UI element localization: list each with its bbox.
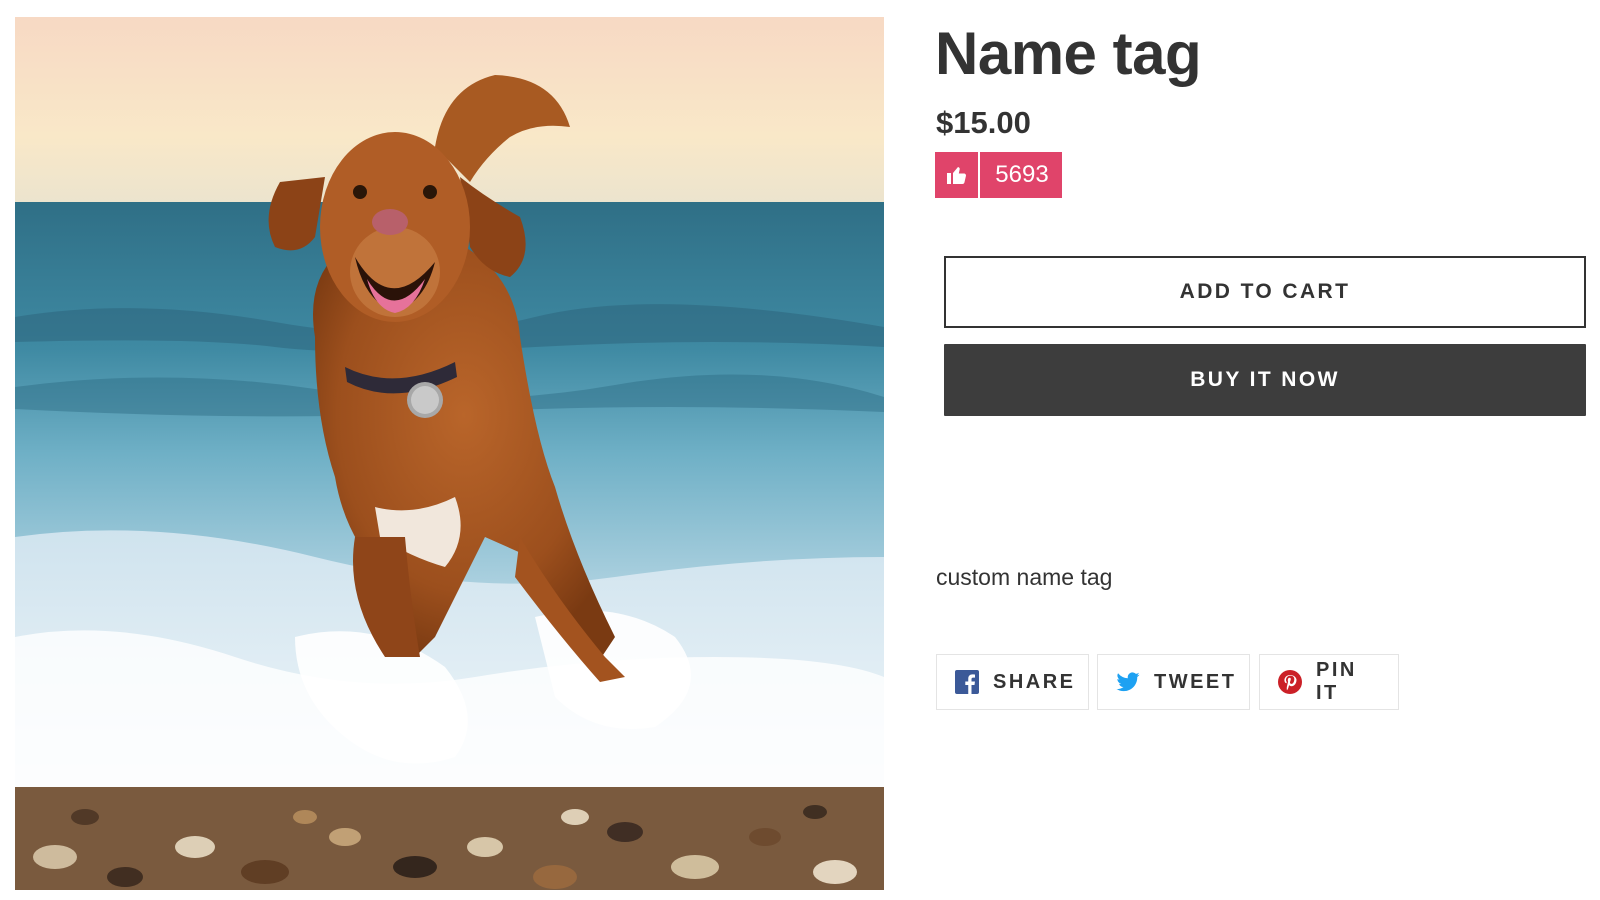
- facebook-icon: [955, 669, 979, 695]
- pinterest-icon: [1278, 669, 1302, 695]
- share-twitter-label: TWEET: [1154, 670, 1237, 693]
- share-pinterest-label: PIN IT: [1316, 659, 1357, 704]
- like-count: 5693: [995, 161, 1049, 188]
- product-image[interactable]: [15, 17, 884, 890]
- dog-photo: [15, 17, 884, 890]
- share-pinterest-button[interactable]: PIN IT: [1259, 654, 1399, 710]
- share-facebook-button[interactable]: SHARE: [936, 654, 1089, 710]
- product-description: custom name tag: [936, 564, 1113, 590]
- thumbs-up-icon: [935, 152, 980, 198]
- add-to-cart-button[interactable]: ADD TO CART: [944, 256, 1586, 328]
- buy-it-now-button[interactable]: BUY IT NOW: [944, 344, 1586, 416]
- like-button[interactable]: 5693: [935, 152, 1062, 198]
- share-facebook-label: SHARE: [993, 670, 1076, 693]
- twitter-icon: [1116, 669, 1140, 695]
- product-page: Name tag $15.00 5693 ADD TO CART BUY IT …: [0, 0, 1600, 900]
- product-price: $15.00: [936, 105, 1031, 140]
- product-title: Name tag: [935, 20, 1202, 87]
- share-twitter-button[interactable]: TWEET: [1097, 654, 1250, 710]
